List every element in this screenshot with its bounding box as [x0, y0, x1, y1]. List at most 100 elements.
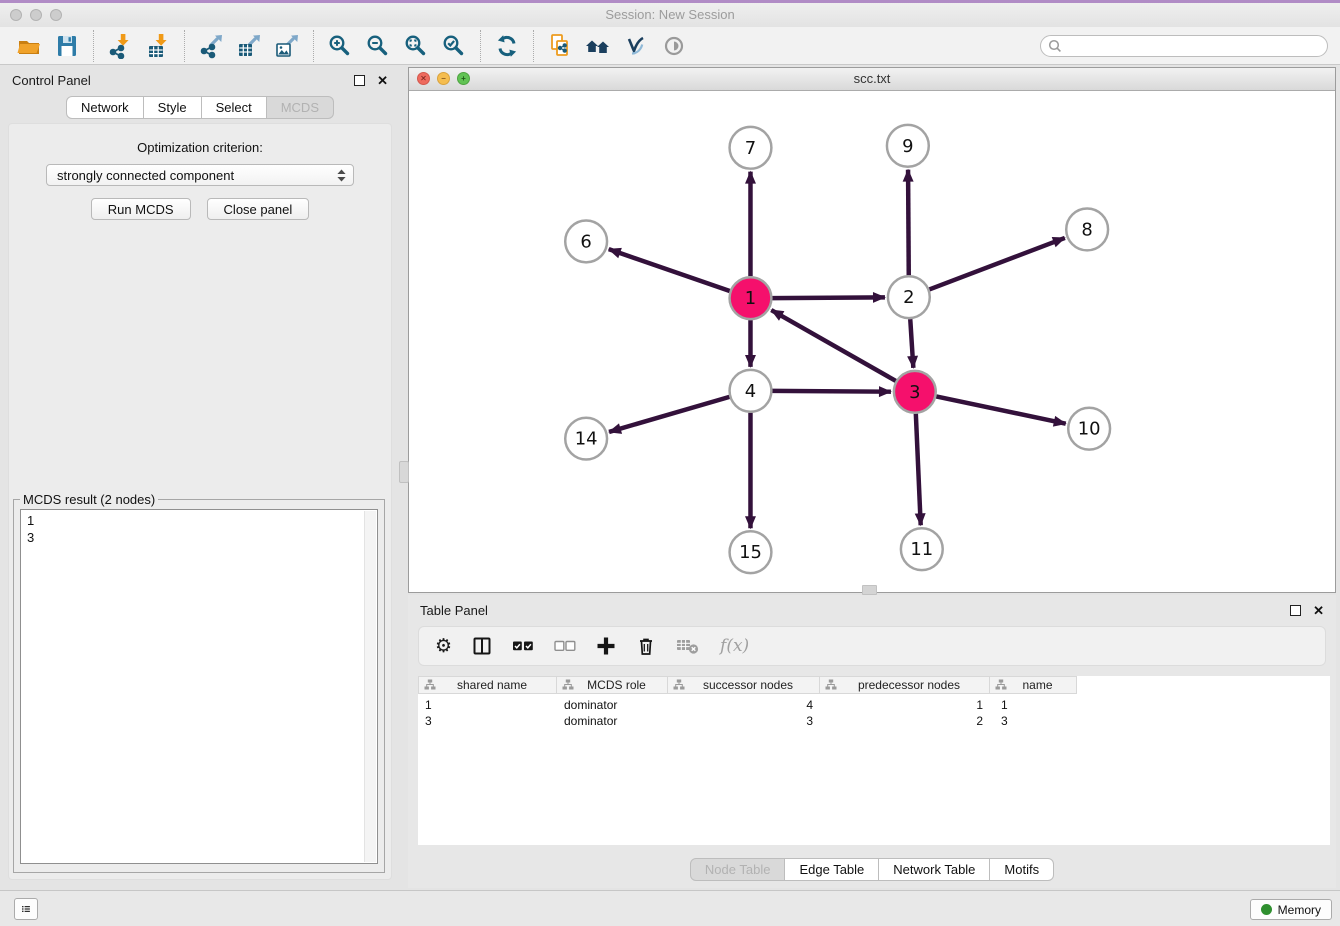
zoom-in-icon: [327, 33, 353, 59]
graph-edge-1-2[interactable]: [772, 297, 885, 298]
task-history-button[interactable]: [14, 898, 38, 920]
home-button[interactable]: [582, 30, 614, 62]
graph-edge-4-3[interactable]: [772, 391, 891, 392]
zoom-out-button[interactable]: [362, 30, 394, 62]
run-mcds-button[interactable]: Run MCDS: [91, 198, 191, 220]
export-image-button[interactable]: [271, 30, 303, 62]
select-all-columns-button[interactable]: [512, 639, 534, 653]
column-header-successor-nodes[interactable]: successor nodes: [668, 676, 820, 694]
graphics-details-button[interactable]: [620, 30, 652, 62]
memory-button[interactable]: Memory: [1250, 899, 1332, 920]
add-column-button[interactable]: [596, 636, 616, 656]
search-input[interactable]: [1063, 37, 1327, 55]
open-session-button[interactable]: [13, 30, 45, 62]
search-box[interactable]: [1040, 35, 1328, 57]
zoom-out-icon: [365, 33, 391, 59]
tab-select[interactable]: Select: [202, 96, 267, 119]
deselect-all-columns-button[interactable]: [554, 639, 576, 653]
tab-edge-table[interactable]: Edge Table: [785, 858, 879, 881]
import-table-button[interactable]: [142, 30, 174, 62]
search-icon: [1047, 38, 1063, 54]
zoom-fit-button[interactable]: [400, 30, 432, 62]
float-table-panel-icon[interactable]: [1290, 605, 1301, 616]
network-graph[interactable]: 7 9 6 8 1 2 4 3 14 10 15 11: [409, 91, 1335, 593]
column-header-mcds-role[interactable]: MCDS role: [557, 676, 668, 694]
optimization-criterion-select[interactable]: strongly connected component: [46, 164, 354, 186]
graph-node-6[interactable]: 6: [565, 220, 607, 262]
main-toolbar: [0, 27, 1340, 65]
checked-boxes-icon: [512, 639, 534, 653]
graph-node-11[interactable]: 11: [901, 528, 943, 570]
memory-status-icon: [1261, 904, 1272, 915]
export-table-button[interactable]: [233, 30, 265, 62]
clone-network-icon: [547, 33, 573, 59]
horizontal-splitter-handle[interactable]: [862, 585, 877, 595]
graph-node-9[interactable]: 9: [887, 125, 929, 167]
graph-edge-2-9[interactable]: [908, 170, 909, 276]
graph-node-8[interactable]: 8: [1066, 209, 1108, 251]
graph-edge-3-1[interactable]: [771, 310, 896, 381]
close-panel-icon[interactable]: ✕: [377, 74, 388, 87]
mcds-result-list[interactable]: 13: [20, 509, 378, 864]
tab-node-table[interactable]: Node Table: [690, 858, 786, 881]
function-builder-button[interactable]: f(x): [720, 636, 749, 656]
cell-name: 3: [990, 714, 1077, 728]
tab-network-table[interactable]: Network Table: [879, 858, 990, 881]
toolbar-separator: [533, 30, 534, 62]
tab-style[interactable]: Style: [144, 96, 202, 119]
network-window-titlebar[interactable]: scc.txt: [409, 68, 1335, 91]
table-row[interactable]: 1dominator411: [418, 697, 1330, 713]
vertical-splitter-handle[interactable]: [399, 461, 409, 483]
graph-node-10[interactable]: 10: [1068, 408, 1110, 450]
table-settings-button[interactable]: ⚙: [435, 637, 452, 656]
result-line: 1: [27, 512, 361, 529]
tab-motifs[interactable]: Motifs: [990, 858, 1054, 881]
export-network-button[interactable]: [195, 30, 227, 62]
cell-shared-name: 1: [418, 698, 557, 712]
delete-column-button[interactable]: [636, 636, 656, 656]
graph-node-1[interactable]: 1: [730, 277, 772, 319]
column-header-predecessor-nodes[interactable]: predecessor nodes: [820, 676, 990, 694]
close-panel-button[interactable]: Close panel: [207, 198, 310, 220]
toggle-column-panel-button[interactable]: [472, 636, 492, 656]
zoom-in-button[interactable]: [324, 30, 356, 62]
node-label: 14: [575, 429, 598, 450]
graph-node-14[interactable]: 14: [565, 418, 607, 460]
column-header-shared-name[interactable]: shared name: [418, 676, 557, 694]
node-label: 11: [910, 539, 933, 560]
tab-network[interactable]: Network: [66, 96, 144, 119]
trash-icon: [636, 636, 656, 656]
refresh-layout-button[interactable]: [491, 30, 523, 62]
import-network-button[interactable]: [104, 30, 136, 62]
graph-node-2[interactable]: 2: [888, 276, 930, 318]
graph-node-3[interactable]: 3: [894, 371, 936, 413]
result-scrollbar[interactable]: [364, 511, 376, 862]
graph-edge-1-6[interactable]: [609, 249, 730, 291]
birds-eye-view-button[interactable]: [658, 30, 690, 62]
graph-edge-4-14[interactable]: [609, 397, 729, 432]
save-session-button[interactable]: [51, 30, 83, 62]
column-label: shared name: [436, 678, 556, 692]
delete-table-button[interactable]: [676, 637, 700, 655]
graph-node-4[interactable]: 4: [730, 370, 772, 412]
graph-edge-3-10[interactable]: [936, 396, 1065, 423]
node-table-header: shared nameMCDS rolesuccessor nodesprede…: [418, 676, 1330, 694]
import-table-icon: [145, 33, 171, 59]
cell-name: 1: [990, 698, 1077, 712]
close-table-panel-icon[interactable]: ✕: [1313, 604, 1324, 617]
table-row[interactable]: 3dominator323: [418, 713, 1330, 729]
zoom-selected-button[interactable]: [438, 30, 470, 62]
graph-node-15[interactable]: 15: [730, 531, 772, 573]
graph-node-7[interactable]: 7: [730, 127, 772, 169]
float-panel-icon[interactable]: [354, 75, 365, 86]
node-label: 3: [909, 382, 920, 403]
network-canvas[interactable]: 7 9 6 8 1 2 4 3 14 10 15 11: [409, 91, 1335, 593]
graph-edge-2-3[interactable]: [910, 319, 913, 368]
export-table-icon: [236, 33, 262, 59]
tab-mcds[interactable]: MCDS: [267, 96, 334, 119]
graph-edge-3-11[interactable]: [916, 414, 921, 526]
list-icon: [21, 901, 31, 917]
column-header-name[interactable]: name: [990, 676, 1077, 694]
graph-edge-2-8[interactable]: [929, 238, 1064, 289]
clone-network-button[interactable]: [544, 30, 576, 62]
